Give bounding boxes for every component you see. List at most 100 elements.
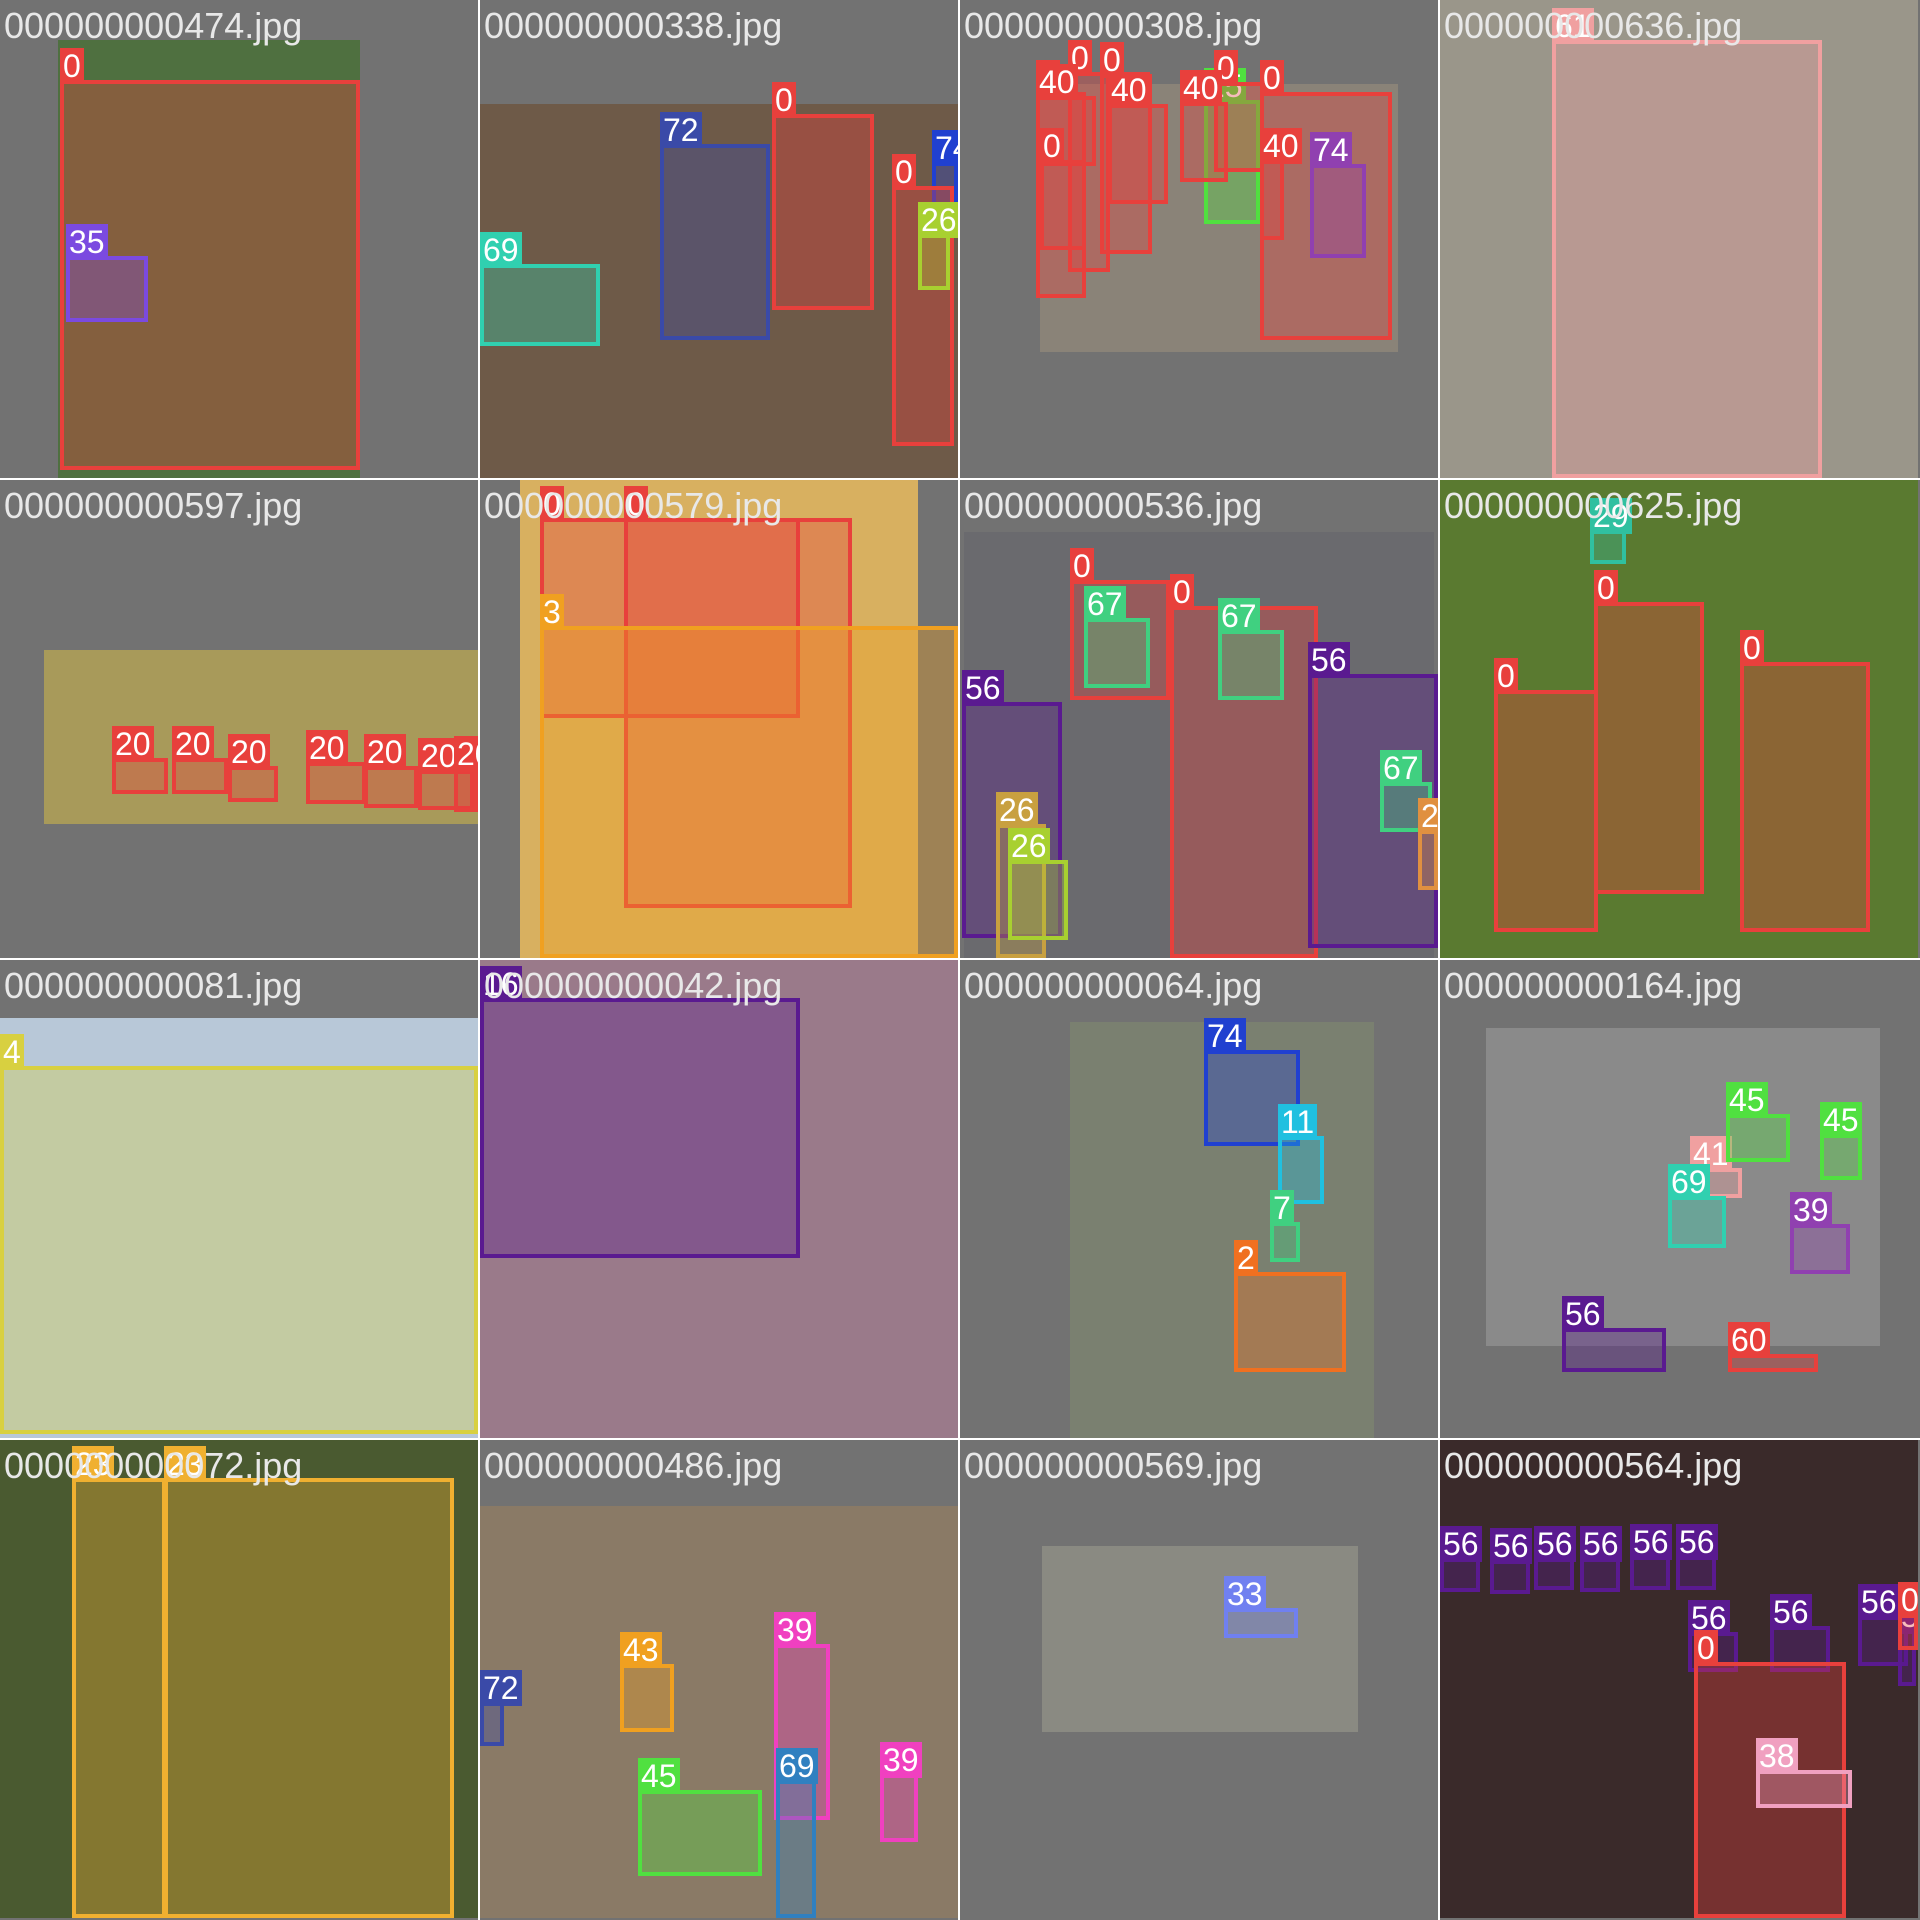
detection-mask xyxy=(1184,106,1224,178)
mosaic-tile: 000000000308.jpg000250040404004074 xyxy=(960,0,1438,478)
detection-box: 0 xyxy=(1594,570,1704,894)
tile-divider-vertical xyxy=(1438,0,1440,1920)
detection-class-tag: 56 xyxy=(1580,1526,1622,1562)
detection-box: 39 xyxy=(880,1742,922,1842)
detection-mask xyxy=(642,1794,758,1872)
detection-class-tag: 69 xyxy=(480,232,522,268)
detection-box: 16 xyxy=(480,966,800,1258)
tile-filename-label: 000000000164.jpg xyxy=(1444,965,1743,1006)
detection-box: 20 xyxy=(112,726,168,794)
detection-mask xyxy=(1680,1560,1712,1586)
detection-mask xyxy=(1744,666,1866,928)
detection-class-tag: 38 xyxy=(1756,1738,1798,1774)
detection-class-tag: 69 xyxy=(776,1748,818,1784)
detection-box: 67 xyxy=(1084,586,1150,688)
detection-mask xyxy=(484,268,596,342)
detection-class-tag: 4 xyxy=(0,1034,24,1070)
detection-box: 56 xyxy=(1562,1296,1666,1372)
detection-mask xyxy=(1498,694,1594,928)
tile-filename-label: 000000000338.jpg xyxy=(484,5,783,46)
detection-mask xyxy=(70,260,144,318)
detection-mask xyxy=(776,118,870,306)
detection-box: 69 xyxy=(480,232,600,346)
detection-box: 56 xyxy=(1676,1524,1718,1590)
tile-divider-vertical xyxy=(478,0,480,1920)
mosaic-tile: 000000000474.jpg 0 35 xyxy=(0,0,478,478)
detection-class-tag: 20 xyxy=(112,726,154,762)
detection-mask xyxy=(1238,1276,1342,1368)
detection-mask xyxy=(232,770,274,798)
detection-class-tag: 40 xyxy=(1260,128,1302,164)
detection-class-tag: 45 xyxy=(1726,1082,1768,1118)
detection-box: 3 xyxy=(540,594,958,958)
detection-mask xyxy=(1444,1562,1476,1588)
detection-mask xyxy=(1672,1200,1722,1244)
detection-box: 43 xyxy=(620,1632,674,1732)
detection-mask xyxy=(1264,164,1280,236)
detection-box: 40 xyxy=(1180,70,1228,182)
detection-mask xyxy=(368,770,414,804)
tile-filename-label: 000000000474.jpg xyxy=(4,5,303,46)
detection-class-tag: 40 xyxy=(1108,72,1150,108)
detection-box: 4 xyxy=(0,1034,478,1434)
detection-box: 72 xyxy=(660,112,770,340)
detection-class-tag: 43 xyxy=(620,1632,662,1668)
detection-box: 0 xyxy=(1740,630,1870,932)
detection-mask xyxy=(458,772,474,808)
mosaic-tile: 000000000536.jpg067067565626266726 xyxy=(960,480,1438,958)
detection-mask xyxy=(4,1070,474,1430)
detection-box: 29 xyxy=(1590,498,1632,564)
tile-filename-label: 000000000081.jpg xyxy=(4,965,303,1006)
tile-filename-label: 000000000042.jpg xyxy=(484,965,783,1006)
detection-box: 0 xyxy=(1040,128,1086,250)
detection-box: 56 xyxy=(1630,1524,1672,1590)
mosaic-tile: 000000000579.jpg 0 0 3 xyxy=(480,480,958,958)
detection-class-tag: 74 xyxy=(1204,1018,1246,1054)
detection-mask xyxy=(484,1706,500,1742)
detection-class-tag: 39 xyxy=(774,1612,816,1648)
detection-class-tag: 0 xyxy=(1070,548,1094,584)
tile-divider-horizontal xyxy=(0,958,1920,960)
tile-filename-label: 000000000486.jpg xyxy=(484,1445,783,1486)
detection-class-tag: 26 xyxy=(1008,828,1050,864)
detection-box: 56 xyxy=(1490,1528,1532,1594)
detection-mask xyxy=(1760,1774,1848,1804)
detection-class-tag: 26 xyxy=(1418,798,1438,834)
detection-class-tag: 72 xyxy=(480,1670,522,1706)
detection-class-tag: 45 xyxy=(1820,1102,1862,1138)
tile-filename-label: 000000000064.jpg xyxy=(964,965,1263,1006)
mosaic-tile: 000000000338.jpg7472002669 xyxy=(480,0,958,478)
detection-mask xyxy=(76,1482,162,1914)
detection-box: 61 xyxy=(1552,8,1822,478)
detection-box: 35 xyxy=(66,224,148,322)
detection-mask xyxy=(176,762,224,790)
mosaic-tile: 000000000569.jpg 33 xyxy=(960,1440,1438,1918)
detection-mask xyxy=(1228,1612,1294,1634)
detection-mask xyxy=(1314,168,1362,254)
mosaic-tile: 000000000164.jpg 41 45 45 69 39 56 60 xyxy=(1440,960,1918,1438)
detection-class-tag: 40 xyxy=(1036,64,1078,100)
detection-class-tag: 26 xyxy=(996,792,1038,828)
detection-class-tag: 56 xyxy=(1534,1526,1576,1562)
detection-box: 60 xyxy=(1728,1322,1818,1372)
detection-mask xyxy=(1556,44,1818,474)
detection-mask xyxy=(1088,622,1146,684)
detection-box: 69 xyxy=(1668,1164,1726,1248)
tile-photo xyxy=(1440,1440,1918,1918)
detection-mask xyxy=(1730,1118,1786,1158)
detection-box: 20 xyxy=(228,734,278,802)
detection-mask xyxy=(168,1482,450,1914)
detection-class-tag: 56 xyxy=(1490,1528,1532,1564)
detection-class-tag: 45 xyxy=(638,1758,680,1794)
detection-class-tag: 56 xyxy=(1858,1584,1900,1620)
detection-box: 20 xyxy=(172,726,228,794)
detection-class-tag: 56 xyxy=(1630,1524,1672,1560)
detection-mask xyxy=(1902,1618,1914,1646)
detection-box: 33 xyxy=(1224,1576,1298,1638)
tile-divider-horizontal xyxy=(0,478,1920,480)
mosaic-tile: 000000000064.jpg 74 11 7 2 xyxy=(960,960,1438,1438)
detection-box: 23 xyxy=(72,1446,166,1918)
detection-mask xyxy=(664,148,766,336)
detection-box: 7 xyxy=(1270,1190,1300,1262)
detection-box: 69 xyxy=(776,1748,818,1918)
